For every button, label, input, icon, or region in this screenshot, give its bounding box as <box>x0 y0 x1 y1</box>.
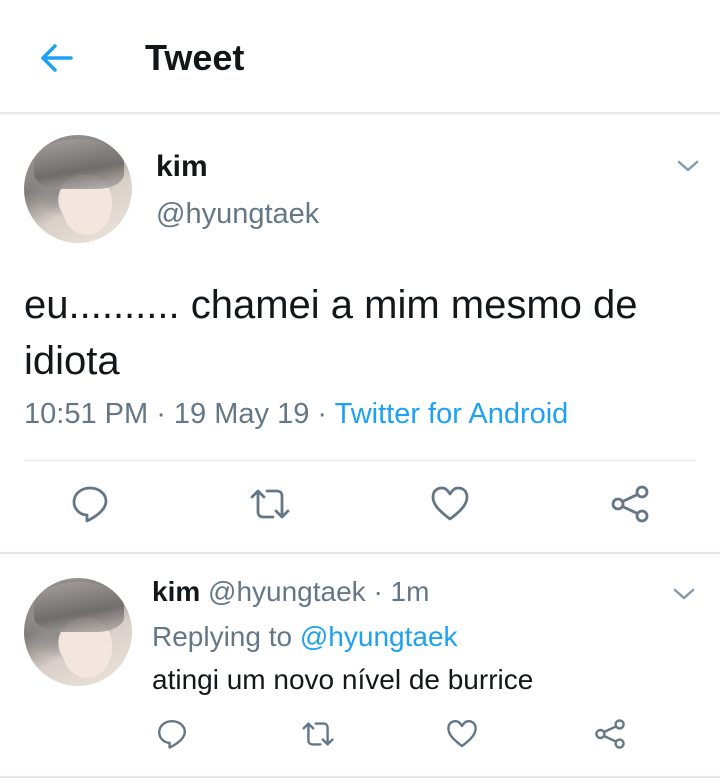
reply-author-handle[interactable]: @hyungtaek <box>208 576 366 607</box>
tweet-date: 19 May 19 <box>173 398 310 430</box>
tweet-actions <box>0 480 720 536</box>
app-header: Tweet <box>0 0 720 112</box>
share-button[interactable] <box>606 480 654 528</box>
meta-separator: · <box>148 398 174 430</box>
tweet-text: eu.......... chamei a mim mesmo de idiot… <box>24 283 638 383</box>
divider <box>24 460 696 461</box>
author-handle[interactable]: @hyungtaek <box>156 198 319 231</box>
reply-author-name[interactable]: kim <box>152 576 200 607</box>
share-icon <box>611 485 649 523</box>
tweet-source-link[interactable]: Twitter for Android <box>335 398 569 430</box>
reply-header: kim @hyungtaek · 1m <box>152 576 429 608</box>
reply-timestamp: · 1m <box>365 576 430 607</box>
retweet-icon <box>302 722 334 746</box>
section-divider <box>0 552 720 554</box>
replying-to-label: Replying to <box>152 621 300 652</box>
tweet-time: 10:51 PM <box>24 398 149 430</box>
page-title: Tweet <box>145 37 245 78</box>
back-button[interactable] <box>36 38 76 78</box>
header-divider <box>0 112 720 115</box>
author-name[interactable]: kim <box>156 150 208 184</box>
reply-icon <box>72 486 108 523</box>
reply-avatar[interactable] <box>24 578 132 686</box>
reply-menu-button[interactable] <box>670 584 698 604</box>
reply-button[interactable] <box>66 480 114 528</box>
bottom-divider <box>0 776 720 778</box>
like-icon <box>431 486 469 521</box>
reply-like-button[interactable] <box>442 712 482 756</box>
tweet-menu-button[interactable] <box>674 156 702 176</box>
like-button[interactable] <box>426 480 474 528</box>
meta-separator: · <box>309 398 335 430</box>
replying-to-link[interactable]: @hyungtaek <box>300 621 458 652</box>
reply-reply-button[interactable] <box>152 712 192 756</box>
tweet-metadata: 10:51 PM · 19 May 19 · Twitter for Andro… <box>24 398 568 431</box>
reply-text: atingi um novo nível de burrice <box>152 664 534 695</box>
replying-to: Replying to @hyungtaek <box>152 621 458 653</box>
reply-share-button[interactable] <box>590 712 630 756</box>
reply-icon <box>158 720 186 749</box>
retweet-icon <box>250 489 290 519</box>
retweet-button[interactable] <box>246 480 294 528</box>
avatar[interactable] <box>24 135 132 243</box>
reply-retweet-button[interactable] <box>298 712 338 756</box>
arrow-left-icon <box>41 44 73 72</box>
share-icon <box>595 719 625 749</box>
chevron-down-icon <box>677 160 699 172</box>
chevron-down-icon <box>673 588 695 600</box>
like-icon <box>447 720 477 748</box>
